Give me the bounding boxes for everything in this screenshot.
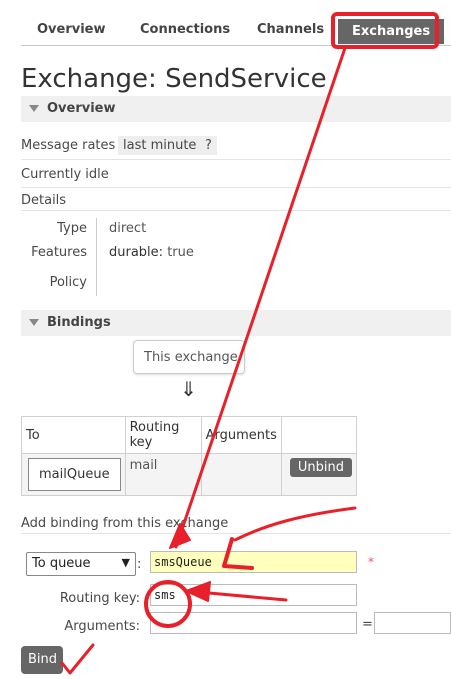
arguments-label: Arguments: [64, 619, 140, 634]
bindings-section-header[interactable]: Bindings [21, 310, 451, 336]
table-header-row: To Routing key Arguments [21, 416, 358, 454]
nav-tab-overview[interactable]: Overview [31, 20, 112, 39]
add-binding-title: Add binding from this exchange [21, 516, 229, 531]
overview-section-title: Overview [47, 101, 116, 116]
annotation-check-bind [60, 643, 95, 675]
details-label: Details [21, 193, 67, 208]
divider [21, 159, 451, 160]
collapse-triangle-icon [29, 105, 39, 112]
features-label: Features [31, 245, 87, 260]
help-button[interactable]: ? [200, 136, 217, 155]
nav-tab-exchanges[interactable]: Exchanges [338, 19, 445, 44]
destination-type-value: To queue [32, 556, 91, 571]
message-rates-range[interactable]: last minute [118, 136, 202, 155]
argument-key-input[interactable] [150, 612, 357, 634]
this-exchange-box: This exchange [133, 340, 245, 374]
column-header-actions [280, 416, 358, 454]
unbind-button[interactable]: Unbind [289, 458, 352, 477]
argument-value-input[interactable] [374, 612, 451, 634]
features-key: durable: [109, 245, 164, 260]
policy-label: Policy [49, 275, 87, 290]
status-text: Currently idle [21, 167, 109, 182]
overview-section-header[interactable]: Overview [21, 96, 451, 122]
divider [21, 187, 451, 188]
type-value: direct [109, 221, 147, 236]
column-header-to: To [21, 416, 126, 454]
destination-input[interactable]: smsQueue [150, 551, 357, 573]
chevron-down-icon: ▼ [121, 556, 130, 569]
nav-tab-channels[interactable]: Channels [251, 20, 330, 39]
binding-actions-cell: Unbind [280, 453, 358, 496]
binding-destination-cell: mailQueue [21, 453, 126, 496]
bindings-section-title: Bindings [47, 315, 111, 330]
column-header-arguments: Arguments [200, 416, 282, 454]
nav-tab-connections[interactable]: Connections [134, 20, 236, 39]
arrow-down-icon: ⇓ [180, 377, 197, 401]
destination-colon: : [137, 557, 142, 572]
column-header-routing-key: Routing key [124, 416, 202, 454]
message-rates-label: Message rates [21, 138, 116, 153]
binding-arguments [200, 453, 282, 496]
page-title: Exchange: SendService [21, 64, 327, 94]
required-marker: * [368, 555, 374, 569]
collapse-triangle-icon [29, 319, 39, 326]
equals-sign: = [362, 617, 373, 632]
top-nav: Overview Connections Channels Exchanges [21, 14, 451, 46]
features-durable-value: true [167, 245, 194, 260]
routing-key-label: Routing key: [59, 591, 140, 606]
queue-link[interactable]: mailQueue [28, 458, 121, 491]
bind-button[interactable]: Bind [21, 646, 63, 674]
destination-type-select[interactable]: To queue ▼ [26, 552, 136, 576]
annotation-stroke [233, 506, 357, 542]
type-label: Type [57, 221, 87, 236]
bindings-table: To Routing key Arguments mailQueue mail … [21, 416, 358, 496]
divider [21, 533, 451, 534]
routing-key-input[interactable]: sms [150, 584, 357, 606]
binding-routing-key: mail [124, 453, 202, 496]
details-separator [96, 218, 97, 296]
features-value: durable: true [109, 245, 194, 260]
table-row: mailQueue mail Unbind [21, 453, 358, 496]
divider [21, 210, 451, 211]
